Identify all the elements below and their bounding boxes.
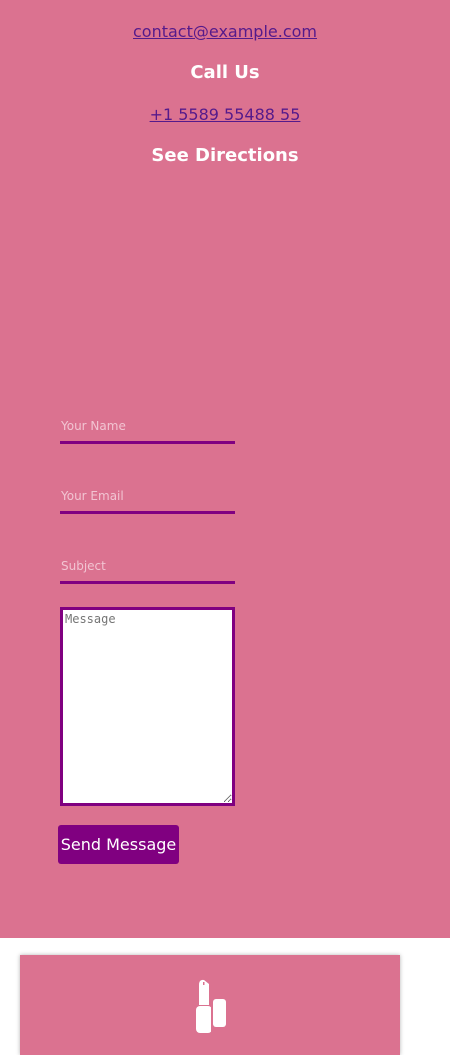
email-field[interactable] xyxy=(60,480,235,514)
contact-section: contact@example.com Call Us +1 5589 5548… xyxy=(0,0,450,938)
phone-link[interactable]: +1 5589 55488 55 xyxy=(0,105,450,124)
footer-card xyxy=(20,955,400,1055)
name-field[interactable] xyxy=(60,410,235,444)
subject-field[interactable] xyxy=(60,550,235,584)
see-directions-heading: See Directions xyxy=(151,145,299,166)
email-link[interactable]: contact@example.com xyxy=(0,22,450,41)
lipstick-icon xyxy=(194,979,230,1039)
call-us-heading: Call Us xyxy=(190,62,260,83)
message-field[interactable] xyxy=(60,607,235,806)
send-message-button[interactable]: Send Message xyxy=(58,825,179,864)
